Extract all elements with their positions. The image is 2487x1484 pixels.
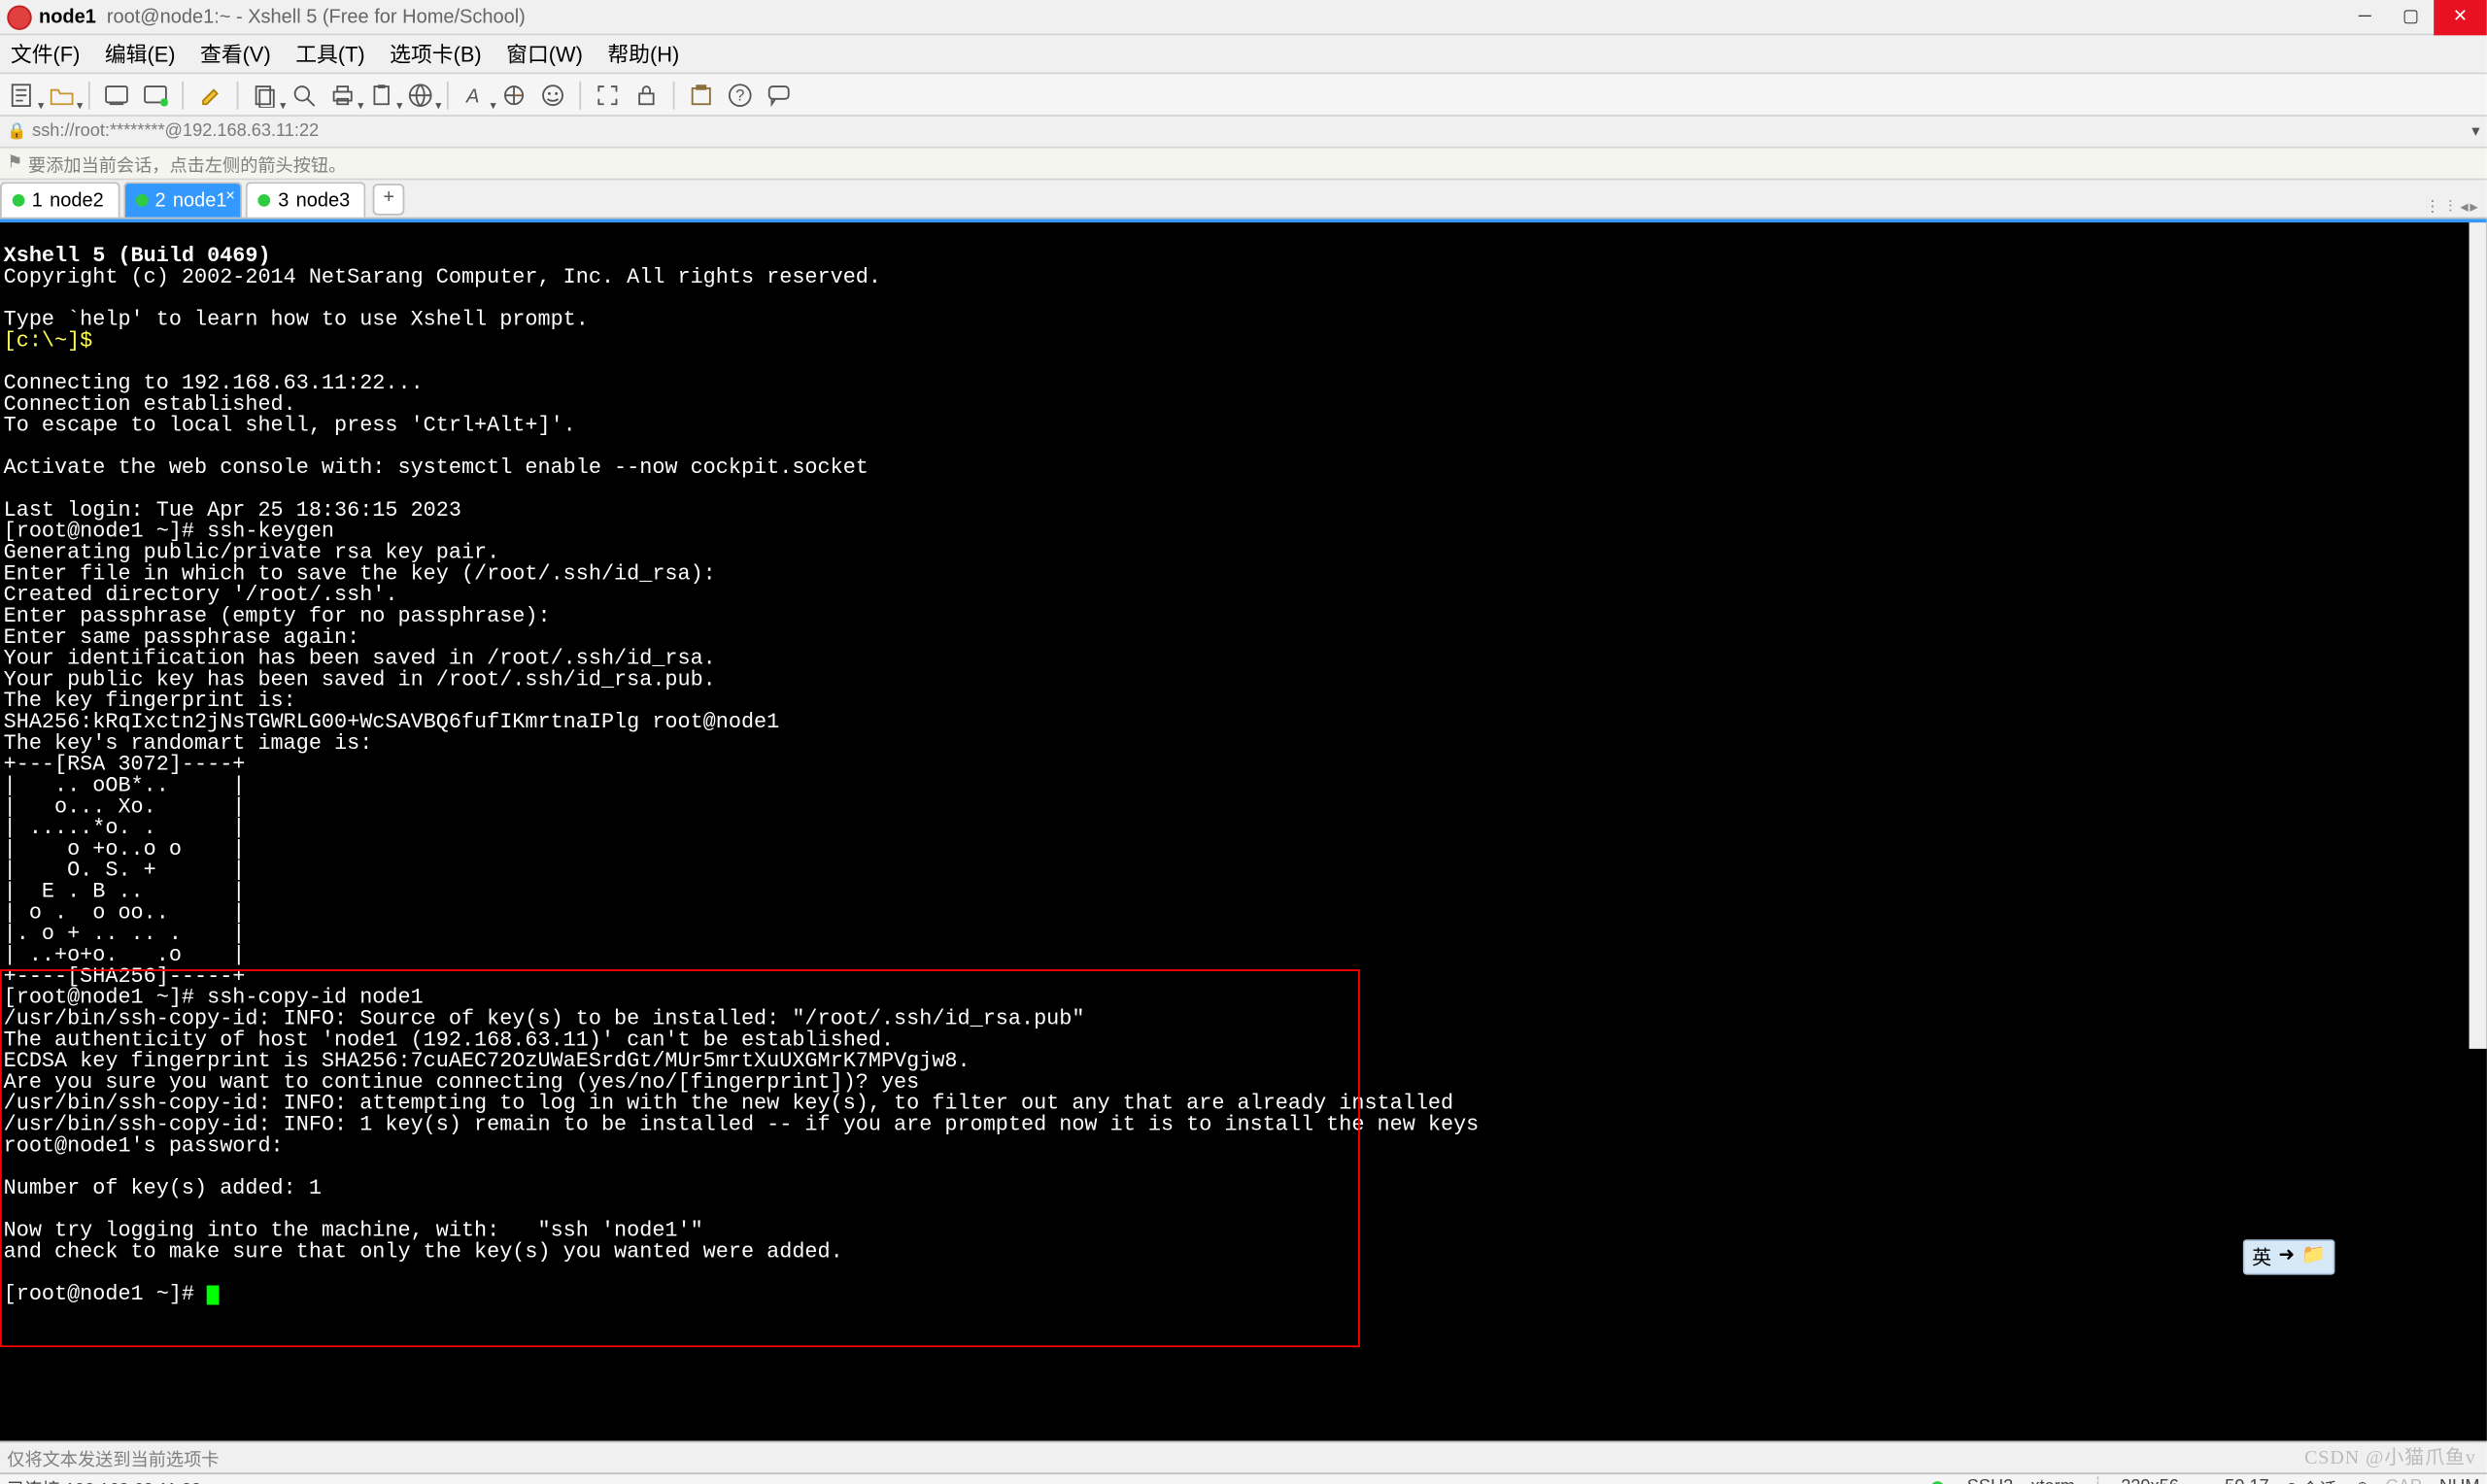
term-body2: [root@node1 ~]# ssh-copy-id node1 /usr/b… [4, 985, 1480, 1264]
tab-node1[interactable]: 2 node1 ✕ [123, 182, 243, 217]
address-dropdown-icon[interactable]: ▾ [2471, 121, 2479, 141]
send-bar-placeholder: 仅将文本发送到当前选项卡 [7, 1444, 219, 1470]
menu-tabs[interactable]: 选项卡(B) [390, 39, 482, 69]
new-session-icon[interactable] [7, 79, 39, 111]
cursor [207, 1286, 220, 1305]
status-ssh: SSH2 [1967, 1478, 2013, 1484]
tab-index: 3 [278, 189, 289, 211]
title-sub: root@node1:~ - Xshell 5 (Free for Home/S… [107, 6, 526, 27]
term-body1: Connecting to 192.168.63.11:22... Connec… [4, 371, 869, 989]
separator [182, 81, 184, 109]
minimize-button[interactable]: ─ [2342, 0, 2388, 34]
tab-node2[interactable]: 1 node2 [0, 182, 119, 217]
close-button[interactable]: ✕ [2434, 0, 2487, 34]
status-size: 229x56 [2121, 1478, 2179, 1484]
print-icon[interactable] [326, 79, 358, 111]
separator [88, 81, 90, 109]
address-bar[interactable]: 🔒 ssh://root:********@192.168.63.11:22 ▾ [0, 117, 2487, 149]
bookmark-icon[interactable]: ⚑ [7, 153, 22, 173]
app-icon [7, 5, 31, 29]
svg-text:?: ? [735, 86, 744, 104]
tab-index: 1 [32, 189, 43, 211]
tab-label: node2 [50, 189, 104, 211]
term-copyright: Copyright (c) 2002-2014 NetSarang Comput… [4, 265, 881, 289]
separator [237, 81, 239, 109]
session-tab-bar: 1 node2 2 node1 ✕ 3 node3 + ⋮ ⫶ ◂▸ [0, 180, 2487, 219]
find-icon[interactable] [288, 79, 320, 111]
title-bar: node1 root@node1:~ - Xshell 5 (Free for … [0, 0, 2487, 35]
status-num: NUM [2439, 1478, 2479, 1484]
separator [579, 81, 581, 109]
status-sessions: 3 会话 ⏶ ⊕ [2287, 1474, 2368, 1484]
fullscreen-icon[interactable] [592, 79, 624, 111]
properties-icon[interactable] [194, 79, 226, 111]
maximize-button[interactable]: ▢ [2388, 0, 2434, 34]
chat-icon[interactable] [763, 79, 795, 111]
menu-tools[interactable]: 工具(T) [295, 39, 364, 69]
menu-bar: 文件(F) 编辑(E) 查看(V) 工具(T) 选项卡(B) 窗口(W) 帮助(… [0, 35, 2487, 74]
separator [673, 81, 675, 109]
ime-tool-icon: 📁 [2301, 1243, 2326, 1271]
ime-indicator[interactable]: 英 ➜ 📁 [2243, 1239, 2334, 1274]
tab-node3[interactable]: 3 node3 [246, 182, 365, 217]
send-command-bar[interactable]: 仅将文本发送到当前选项卡 [0, 1440, 2487, 1472]
tab-arrange-icon[interactable]: ⋮ ⫶ ◂▸ [2425, 198, 2480, 218]
terminal[interactable]: Xshell 5 (Build 0469) Copyright (c) 2002… [0, 222, 2487, 1440]
separator: ┊ [2093, 1478, 2103, 1484]
ime-arrow-icon: ➜ [2278, 1243, 2295, 1271]
status-pos: 50,17 [2225, 1478, 2269, 1484]
tab-close-icon[interactable]: ✕ [225, 189, 236, 204]
status-term: xterm [2030, 1478, 2074, 1484]
scrollbar[interactable] [2470, 222, 2487, 1440]
term-local-prompt: [c:\~]$ [4, 328, 93, 353]
status-connection: 已连接 192.168.63.11:22。 [7, 1474, 219, 1484]
tab-label: node3 [296, 189, 351, 211]
toolbar: A ? [0, 74, 2487, 117]
status-dot-icon [13, 194, 25, 207]
title-host: node1 [39, 6, 96, 27]
menu-view[interactable]: 查看(V) [200, 39, 271, 69]
status-dot-icon [258, 194, 271, 207]
address-text: ssh://root:********@192.168.63.11:22 [32, 121, 319, 141]
web-icon[interactable] [404, 79, 436, 111]
status-bar: 已连接 192.168.63.11:22。 SSH2 xterm ┊ 229x5… [0, 1472, 2487, 1484]
scrollbar-thumb[interactable] [2470, 222, 2487, 1049]
status-dot-icon [135, 194, 148, 207]
lock-icon: 🔒 [7, 121, 26, 141]
status-caps: CAP [2385, 1478, 2421, 1484]
tab-index: 2 [154, 189, 165, 211]
menu-window[interactable]: 窗口(W) [506, 39, 583, 69]
clipboard-icon[interactable] [365, 79, 397, 111]
separator: ╷ [2197, 1478, 2207, 1484]
log-icon[interactable] [685, 79, 717, 111]
color-scheme-icon[interactable] [498, 79, 530, 111]
status-indicator-icon [1930, 1480, 1945, 1484]
tip-bar: ⚑ 要添加当前会话，点击左侧的箭头按钮。 [0, 149, 2487, 181]
menu-edit[interactable]: 编辑(E) [105, 39, 176, 69]
open-icon[interactable] [46, 79, 78, 111]
reconnect-icon[interactable] [140, 79, 172, 111]
tip-text: 要添加当前会话，点击左侧的箭头按钮。 [28, 151, 346, 177]
help-icon[interactable]: ? [724, 79, 756, 111]
menu-file[interactable]: 文件(F) [11, 39, 80, 69]
tab-label: node1 [173, 189, 227, 211]
menu-help[interactable]: 帮助(H) [607, 39, 679, 69]
disconnect-icon[interactable] [101, 79, 133, 111]
svg-text:A: A [465, 85, 479, 107]
term-prompt: [root@node1 ~]# [4, 1282, 207, 1306]
add-tab-button[interactable]: + [373, 184, 405, 216]
ime-lang: 英 [2252, 1243, 2271, 1271]
font-icon[interactable]: A [460, 79, 492, 111]
lock-icon[interactable] [630, 79, 663, 111]
encoding-icon[interactable] [537, 79, 569, 111]
copy-icon[interactable] [249, 79, 281, 111]
separator [447, 81, 449, 109]
